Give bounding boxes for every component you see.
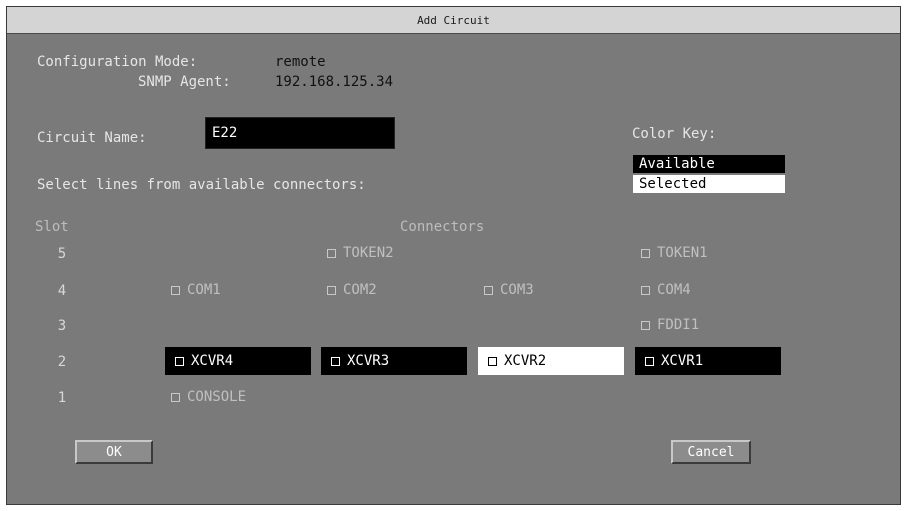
checkbox-icon[interactable] xyxy=(488,356,497,366)
config-mode-label: Configuration Mode: xyxy=(37,54,198,70)
color-key-label: Color Key: xyxy=(632,126,717,142)
connector-xcvr3[interactable]: XCVR3 xyxy=(321,347,467,375)
slot-number-4: 4 xyxy=(57,283,67,299)
checkbox-icon xyxy=(641,320,650,330)
connector-com1-label: COM1 xyxy=(187,282,221,298)
cancel-button[interactable]: Cancel xyxy=(671,440,751,464)
slot-number-3: 3 xyxy=(57,318,67,334)
connector-xcvr1[interactable]: XCVR1 xyxy=(635,347,781,375)
connector-fddi1-label: FDDI1 xyxy=(657,317,700,333)
checkbox-icon[interactable] xyxy=(175,356,184,366)
circuit-name-field[interactable]: E22 xyxy=(205,117,395,149)
connectors-header: Connectors xyxy=(400,219,485,235)
snmp-agent-label: SNMP Agent: xyxy=(138,74,231,90)
connector-com2: COM2 xyxy=(327,277,377,303)
connector-xcvr3-label: XCVR3 xyxy=(347,353,390,369)
connector-com4: COM4 xyxy=(641,277,691,303)
connector-com2-label: COM2 xyxy=(343,282,377,298)
connector-token2: TOKEN2 xyxy=(327,240,394,266)
connector-com3: COM3 xyxy=(484,277,534,303)
circuit-name-label: Circuit Name: xyxy=(37,130,147,146)
checkbox-icon xyxy=(171,392,180,402)
connector-xcvr2[interactable]: XCVR2 xyxy=(478,347,624,375)
connector-token1: TOKEN1 xyxy=(641,240,708,266)
connector-token1-label: TOKEN1 xyxy=(657,245,708,261)
checkbox-icon[interactable] xyxy=(331,356,340,366)
connector-com1: COM1 xyxy=(171,277,221,303)
checkbox-icon xyxy=(327,285,336,295)
checkbox-icon[interactable] xyxy=(645,356,654,366)
title-bar[interactable]: Add Circuit xyxy=(7,7,900,34)
checkbox-icon xyxy=(641,248,650,258)
connector-com4-label: COM4 xyxy=(657,282,691,298)
config-mode-value: remote xyxy=(275,54,326,70)
checkbox-icon xyxy=(171,285,180,295)
connector-xcvr1-label: XCVR1 xyxy=(661,353,704,369)
snmp-agent-value: 192.168.125.34 xyxy=(275,74,394,90)
connector-fddi1: FDDI1 xyxy=(641,312,699,338)
connector-xcvr2-label: XCVR2 xyxy=(504,353,547,369)
connector-xcvr4-label: XCVR4 xyxy=(191,353,234,369)
connector-xcvr4[interactable]: XCVR4 xyxy=(165,347,311,375)
add-circuit-dialog: Add Circuit Configuration Mode: remote S… xyxy=(6,6,901,505)
connector-console: CONSOLE xyxy=(171,384,246,410)
slot-header: Slot xyxy=(35,219,69,235)
window-title: Add Circuit xyxy=(417,13,490,27)
checkbox-icon xyxy=(641,285,650,295)
ok-button[interactable]: OK xyxy=(75,440,153,464)
color-key-selected: Selected xyxy=(633,175,785,193)
slot-number-1: 1 xyxy=(57,390,67,406)
slot-number-2: 2 xyxy=(57,354,67,370)
slot-number-5: 5 xyxy=(57,246,67,262)
connector-com3-label: COM3 xyxy=(500,282,534,298)
checkbox-icon xyxy=(327,248,336,258)
color-key-available: Available xyxy=(633,155,785,173)
instructions-text: Select lines from available connectors: xyxy=(37,177,366,193)
circuit-name-value: E22 xyxy=(212,125,238,141)
connector-token2-label: TOKEN2 xyxy=(343,245,394,261)
checkbox-icon xyxy=(484,285,493,295)
connector-console-label: CONSOLE xyxy=(187,389,247,405)
